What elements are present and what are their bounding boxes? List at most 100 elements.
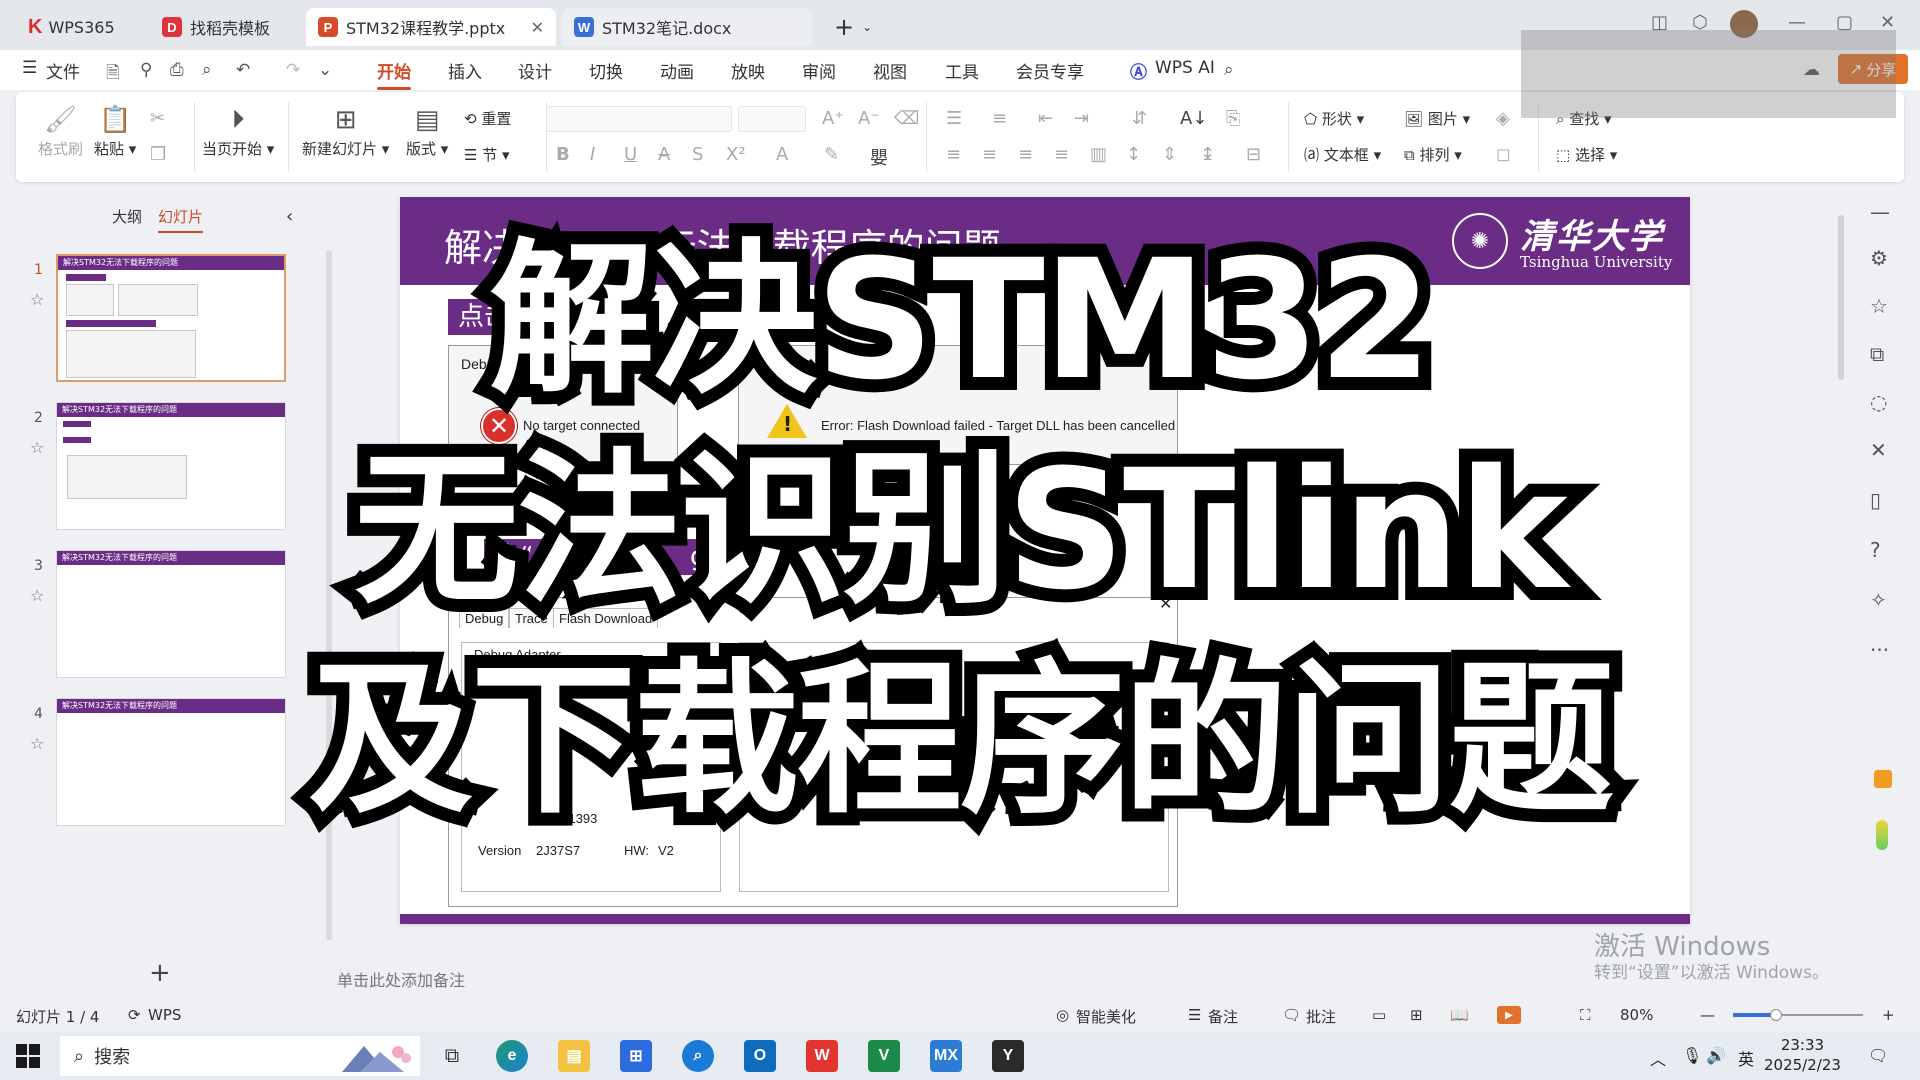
add-slide-button[interactable]: + [149,958,171,988]
taskbar-search[interactable]: ⌕ 搜索 [60,1036,420,1076]
zoom-out-icon[interactable]: — [1700,1006,1715,1024]
new-slide-button[interactable]: ⊞ 新建幻灯片 ▾ [302,102,389,159]
bold-icon[interactable]: B [556,144,570,165]
grid-view-icon[interactable]: ⊞ [1410,1006,1423,1024]
strikethrough-icon[interactable]: A [658,144,670,165]
spacing-menu-icon[interactable]: ↨ [1200,144,1215,165]
outlook-icon[interactable]: O [744,1040,776,1072]
badge-icon[interactable] [1874,770,1892,788]
text-direction-icon[interactable]: ⇵ [1132,108,1147,129]
system-clock[interactable]: 23:33 2025/2/23 [1764,1035,1841,1075]
layout-button[interactable]: ▤ 版式 ▾ [406,102,448,159]
chevron-down-icon[interactable]: ⌄ [318,60,332,80]
menu-insert[interactable]: 插入 [448,58,482,83]
align-right-icon[interactable]: ≡ [1018,144,1033,165]
zoom-slider-handle[interactable] [1769,1009,1782,1021]
menu-view[interactable]: 视图 [873,58,907,83]
edge-icon[interactable]: e [496,1040,528,1072]
app-label[interactable]: WPS [148,1006,181,1024]
shadow-icon[interactable]: S [692,144,703,165]
menu-file[interactable]: 文件 [46,58,80,83]
hamburger-icon[interactable]: ☰ [22,58,37,78]
select-button[interactable]: ⬚ 选择 ▾ [1556,144,1617,165]
wps-office-icon[interactable]: W [806,1040,838,1072]
font-size-select[interactable] [738,106,806,132]
notes-button[interactable]: 备注 [1208,1006,1238,1027]
outline-icon[interactable]: ◻ [1496,144,1511,165]
star-icon[interactable]: ☆ [30,438,44,457]
slide-thumbnail-4[interactable]: 解决STM32无法下载程序的问题 [56,698,286,826]
tab-slides[interactable]: 幻灯片 [158,206,204,233]
ime-indicator[interactable]: 英 [1738,1046,1754,1070]
arrange-button[interactable]: ⧉ 排列 ▾ [1404,144,1462,165]
copy-icon[interactable]: ❐ [150,144,166,165]
align-left-icon[interactable]: ≡ [946,144,961,165]
picture-button[interactable]: 🖼 图片 ▾ [1404,108,1470,129]
columns-icon[interactable]: ▥ [1090,144,1107,165]
save-icon[interactable]: 🗎 [106,60,120,89]
task-view-icon[interactable]: ⧉ [436,1040,468,1072]
notification-icon[interactable]: 🗨 [1868,1046,1888,1065]
animation-icon[interactable]: ◌ [1870,390,1887,414]
redo-icon[interactable]: ↷ [286,60,300,80]
reset-button[interactable]: ⟲ 重置 [464,108,511,129]
phonetic-icon[interactable]: 嬰 [870,144,888,170]
section-button[interactable]: ☰ 节 ▾ [464,144,510,165]
volume-icon[interactable]: 🔊 [1706,1046,1726,1065]
undo-icon[interactable]: ↶ [236,60,250,80]
menu-transition[interactable]: 切换 [589,58,623,83]
zoom-level[interactable]: 80% [1620,1006,1653,1024]
menu-review[interactable]: 审阅 [802,58,836,83]
justify-icon[interactable]: ≡ [1054,144,1069,165]
highlight-icon[interactable]: ✎ [824,144,839,165]
new-tab-button[interactable]: + ⌄ [822,8,882,46]
menu-member[interactable]: 会员专享 [1016,58,1084,83]
tab-docx[interactable]: W STM32笔记.docx [562,8,812,46]
tray-chevron-icon[interactable]: ︿ [1650,1046,1666,1070]
line-spacing-icon[interactable]: ↕ [1126,144,1141,165]
copy-icon[interactable]: ⧉ [1870,342,1884,366]
book-icon[interactable]: ▯ [1870,488,1881,512]
file-explorer-icon[interactable]: ▤ [558,1040,590,1072]
textbox-button[interactable]: ⒜ 文本框 ▾ [1304,144,1381,165]
tab-pptx[interactable]: P STM32课程教学.pptx ✕ [306,8,556,46]
slide-thumbnail-1[interactable]: 解决STM32无法下载程序的问题 [56,254,286,382]
italic-icon[interactable]: I [590,144,595,165]
comments-button[interactable]: 批注 [1306,1006,1336,1027]
font-shrink-icon[interactable]: A⁻ [858,108,880,129]
format-painter-button[interactable]: 🖌 格式刷 [38,102,83,159]
numbered-list-icon[interactable]: ≡ [992,108,1007,129]
windows-start-icon[interactable] [16,1044,40,1068]
align-center-icon[interactable]: ≡ [982,144,997,165]
underline-icon[interactable]: U [624,144,637,165]
fill-icon[interactable]: ◈ [1496,108,1510,129]
app-y-icon[interactable]: Y [992,1040,1024,1072]
shape-button[interactable]: ⬠ 形状 ▾ [1304,108,1364,129]
slide-scrollbar[interactable] [1838,215,1844,380]
slide-thumbnail-2[interactable]: 解决STM32无法下载程序的问题 [56,402,286,530]
microphone-icon[interactable]: 🎙 [1682,1046,1702,1065]
font-grow-icon[interactable]: A⁺ [822,108,844,129]
clear-format-icon[interactable]: ⌫ [894,108,919,129]
menu-wps-ai[interactable]: WPS AI [1155,58,1215,78]
sliders-icon[interactable]: ⚙ [1870,246,1888,270]
convert-icon[interactable]: ⎘ [1226,108,1240,129]
paste-button[interactable]: 📋 粘贴 ▾ [94,102,136,159]
tab-template[interactable]: D 找稻壳模板 [150,8,300,46]
indent-icon[interactable]: ⇥ [1074,108,1089,129]
search-icon[interactable]: ⌕ [1224,60,1234,80]
font-family-select[interactable] [546,106,732,132]
minus-icon[interactable]: — [1870,200,1890,224]
print-icon[interactable]: ⎙ [170,60,184,80]
sort-icon[interactable]: A↓ [1180,108,1207,129]
text-box-format-icon[interactable]: ⊟ [1246,144,1261,165]
from-current-slide-button[interactable]: ⏵ 当页开始 ▾ [202,102,274,159]
normal-view-icon[interactable]: ▭ [1372,1006,1386,1024]
help-icon[interactable]: ? [1870,538,1881,562]
menu-animation[interactable]: 动画 [660,58,694,83]
stm32cubemx-icon[interactable]: MX [930,1040,962,1072]
play-slideshow-button[interactable]: ▶ [1497,1006,1521,1024]
preview-icon[interactable]: ⌕ [202,60,212,80]
collapse-panel-icon[interactable]: ‹ [286,206,293,227]
zoom-in-icon[interactable]: + [1882,1006,1895,1024]
